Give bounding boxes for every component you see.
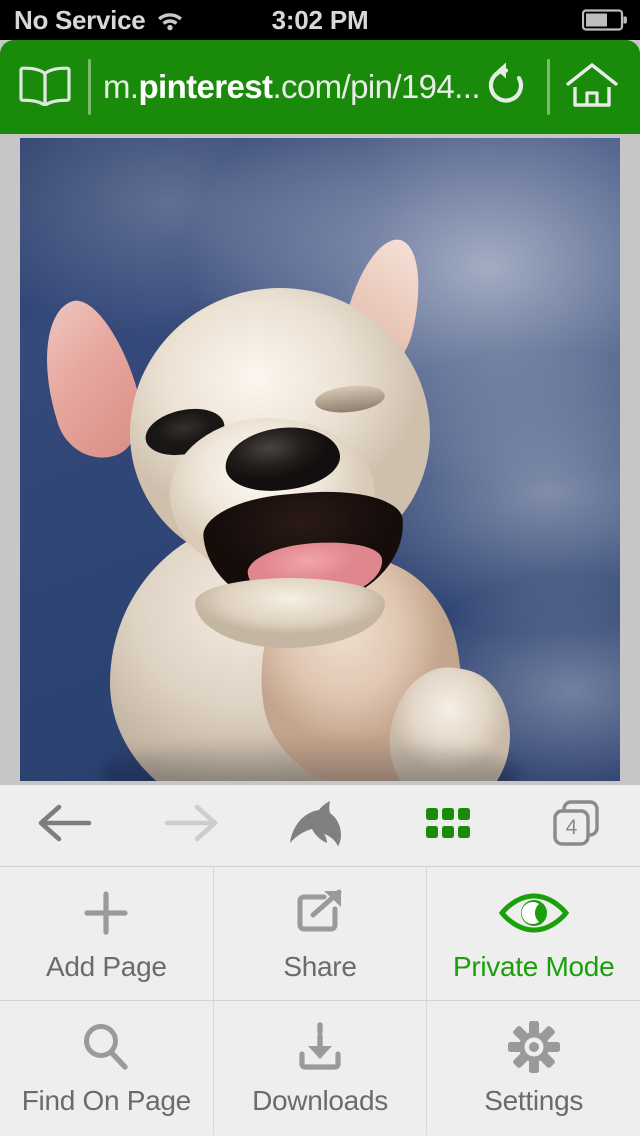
share-icon — [293, 885, 347, 941]
url-text[interactable]: m.pinterest.com/pin/194... — [103, 68, 483, 106]
plus-icon — [80, 885, 132, 941]
menu-item-label: Private Mode — [452, 950, 615, 982]
tab-count-label: 4 — [566, 816, 578, 839]
menu-item-share[interactable]: Share — [213, 867, 428, 1001]
menu-item-label: Downloads — [252, 1085, 388, 1116]
webpage-viewport[interactable] — [0, 134, 640, 785]
pin-photo[interactable] — [20, 138, 620, 781]
dog-photo-illustration — [20, 138, 620, 781]
menu-item-label: Add Page — [46, 950, 167, 982]
url-prefix: m. — [103, 68, 139, 105]
menu-item-downloads[interactable]: Downloads — [214, 1001, 428, 1135]
url-bar-divider-2 — [547, 59, 550, 115]
phone-screen: No Service 3:02 PM m.pinterest.com/pin/1… — [0, 0, 640, 1136]
clock-label: 3:02 PM — [271, 4, 369, 35]
back-button[interactable] — [0, 785, 128, 867]
menu-item-label: Share — [283, 950, 357, 982]
url-domain: pinterest — [138, 68, 273, 105]
dolphin-logo-icon — [287, 799, 353, 852]
tabs-icon: 4 — [551, 798, 601, 853]
menu-item-settings[interactable]: Settings — [427, 1001, 640, 1135]
home-icon[interactable] — [564, 60, 640, 115]
bookmarks-book-icon[interactable] — [0, 64, 72, 111]
status-bar: No Service 3:02 PM — [0, 0, 640, 40]
menu-row-2: Find On Page Downloads Settings — [0, 1001, 640, 1135]
forward-button[interactable] — [128, 785, 256, 867]
status-bar-right — [582, 0, 628, 40]
gear-icon — [507, 1019, 561, 1075]
url-suffix: .com/pin/194... — [272, 68, 480, 105]
tabs-button[interactable]: 4 — [512, 785, 640, 867]
browser-toolbar: 4 — [0, 785, 640, 867]
eye-icon — [497, 885, 571, 941]
menu-item-private-mode[interactable]: Private Mode — [427, 867, 640, 1001]
browser-menu-panel: 4 Add Page Share Private Mode Find On Pa… — [0, 785, 640, 1136]
app-grid-button[interactable] — [384, 785, 512, 867]
back-arrow-icon — [35, 801, 93, 850]
menu-row-1: Add Page Share Private Mode — [0, 867, 640, 1001]
url-bar-divider — [88, 59, 91, 115]
app-grid-icon — [426, 808, 470, 843]
menu-item-add-page[interactable]: Add Page — [0, 867, 214, 1001]
reload-icon[interactable] — [483, 61, 533, 114]
search-icon — [80, 1019, 132, 1075]
forward-arrow-icon — [163, 801, 221, 850]
menu-item-label: Settings — [484, 1085, 584, 1116]
menu-item-find-on-page[interactable]: Find On Page — [0, 1001, 214, 1135]
menu-item-label: Find On Page — [21, 1085, 191, 1116]
battery-icon — [582, 9, 628, 31]
dolphin-sonar-button[interactable] — [256, 785, 384, 867]
download-icon — [293, 1019, 347, 1075]
browser-url-bar[interactable]: m.pinterest.com/pin/194... — [0, 40, 640, 134]
menu-grid: Add Page Share Private Mode Find On Page… — [0, 867, 640, 1135]
